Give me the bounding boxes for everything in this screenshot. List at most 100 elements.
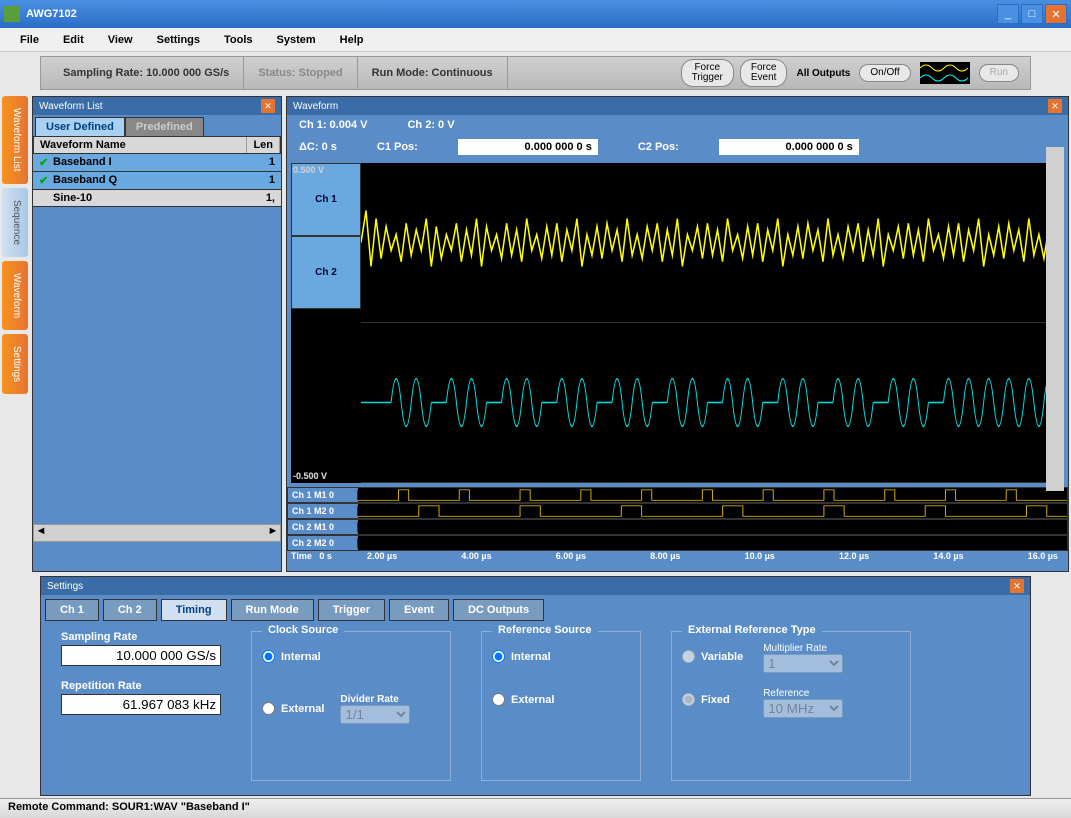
sidetab-waveform-list[interactable]: Waveform List [2,96,28,184]
waveform-list-panel: Waveform List ✕ User Defined Predefined … [32,96,282,572]
waveform-row[interactable]: Sine-10 1, [33,190,281,207]
waveform-list-title: Waveform List [39,101,103,112]
close-button[interactable]: ✕ [1045,4,1067,24]
minimize-button[interactable]: _ [997,4,1019,24]
reference-select[interactable]: 10 MHz [763,699,843,718]
delta-c-label: ΔC: 0 s [299,141,337,153]
menu-edit[interactable]: Edit [51,34,96,46]
reference-source-group: Reference Source Internal External [481,631,641,781]
ch2-trace [361,323,1064,483]
external-ref-type-legend: External Reference Type [682,624,822,636]
c2pos-input[interactable]: 0.000 000 0 s [719,139,859,155]
maximize-button[interactable]: □ [1021,4,1043,24]
tab-user-defined[interactable]: User Defined [35,117,125,136]
settings-header: Settings ✕ [41,577,1030,595]
tab-event[interactable]: Event [389,599,449,621]
window-title: AWG7102 [26,8,995,20]
toolbar: Sampling Rate: 10.000 000 GS/s Status: S… [40,56,1031,90]
left-side-tabs: Waveform List Sequence Waveform Settings [0,94,30,574]
sidetab-settings[interactable]: Settings [2,334,28,394]
force-event-button[interactable]: Force Event [740,59,788,87]
waveform-view-close-icon[interactable]: ✕ [1048,99,1062,113]
menu-settings[interactable]: Settings [145,34,212,46]
ch2-label: 0.500 V Ch 2 -0.500 V [291,236,361,309]
tab-ch1[interactable]: Ch 1 [45,599,99,621]
settings-close-icon[interactable]: ✕ [1010,579,1024,593]
check-icon: ✔ [39,156,53,169]
clock-source-legend: Clock Source [262,624,344,636]
app-icon [4,6,20,22]
waveform-view-title: Waveform [293,101,338,112]
variable-radio[interactable] [682,650,695,663]
waveform-name: Baseband Q [53,174,269,187]
external-ref-type-group: External Reference Type Variable Fixed M… [671,631,911,781]
settings-title: Settings [47,581,83,592]
tab-ch2[interactable]: Ch 2 [103,599,157,621]
ref-external-radio[interactable] [492,693,505,706]
menu-system[interactable]: System [265,34,328,46]
clock-external-radio[interactable] [262,702,275,715]
tab-dc-outputs[interactable]: DC Outputs [453,599,544,621]
all-outputs-label: All Outputs [796,68,850,79]
time-axis: Time 0 s 2.00 µs 4.00 µs 6.00 µs 8.00 µs… [287,551,1068,569]
ch1-voltage: Ch 1: 0.004 V [299,119,367,131]
marker-row: Ch 2 M1 0 [287,519,1068,535]
marker-row: Ch 1 M1 0 [287,487,1068,503]
tab-trigger[interactable]: Trigger [318,599,385,621]
waveform-table-header: Waveform Name Len [33,136,281,154]
tab-run-mode[interactable]: Run Mode [231,599,314,621]
sidetab-waveform[interactable]: Waveform [2,261,28,330]
waveform-row[interactable]: ✔ Baseband I 1 [33,154,281,172]
waveform-view-header: Waveform ✕ [287,97,1068,115]
c1pos-input[interactable]: 0.000 000 0 s [458,139,598,155]
menu-tools[interactable]: Tools [212,34,265,46]
tab-predefined[interactable]: Predefined [125,117,204,136]
ref-internal-radio[interactable] [492,650,505,663]
sidetab-sequence[interactable]: Sequence [2,188,28,257]
window-titlebar: AWG7102 _ □ ✕ [0,0,1071,28]
status-bar: Remote Command: SOUR1:WAV "Baseband I" [0,798,1071,818]
reference-source-legend: Reference Source [492,624,598,636]
toolbar-run-mode: Run Mode: Continuous [358,57,508,89]
toolbar-sampling-rate: Sampling Rate: 10.000 000 GS/s [49,57,244,89]
divider-rate-label: Divider Rate [340,694,398,705]
waveform-row[interactable]: ✔ Baseband Q 1 [33,172,281,190]
c2pos-label: C2 Pos: [638,141,679,153]
waveform-len: 1, [266,192,275,204]
waveform-name: Baseband I [53,156,269,169]
onoff-button[interactable]: On/Off [859,64,910,82]
toolbar-status: Status: Stopped [244,57,357,89]
waveform-preview-icon [920,62,970,84]
waveform-len: 1 [269,174,275,187]
col-length: Len [247,137,280,153]
vertical-scrollbar[interactable] [1046,147,1064,491]
menubar: File Edit View Settings Tools System Hel… [0,28,1071,52]
divider-rate-select[interactable]: 1/1 [340,705,410,724]
repetition-rate-label: Repetition Rate [61,680,221,692]
clock-source-group: Clock Source Internal External Divider R… [251,631,451,781]
ch1-trace [361,163,1064,323]
clock-internal-radio[interactable] [262,650,275,663]
fixed-radio[interactable] [682,693,695,706]
tab-timing[interactable]: Timing [161,599,227,621]
check-icon [39,192,53,204]
menu-file[interactable]: File [8,34,51,46]
sampling-rate-input[interactable] [61,645,221,666]
menu-help[interactable]: Help [328,34,376,46]
reference-label: Reference [763,688,809,699]
menu-view[interactable]: View [96,34,145,46]
marker-row: Ch 2 M2 0 [287,535,1068,551]
run-button[interactable]: Run [979,64,1019,82]
col-waveform-name: Waveform Name [34,137,247,153]
waveform-list-close-icon[interactable]: ✕ [261,99,275,113]
horizontal-scrollbar[interactable]: ◄► [33,524,281,542]
marker-row: Ch 1 M2 0 [287,503,1068,519]
waveform-plot[interactable]: 0.500 V Ch 1 -0.500 V 0.500 V Ch 2 -0.50… [291,163,1064,483]
settings-panel: Settings ✕ Ch 1 Ch 2 Timing Run Mode Tri… [40,576,1031,796]
multiplier-rate-label: Multiplier Rate [763,643,827,654]
force-trigger-button[interactable]: Force Trigger [681,59,734,87]
multiplier-rate-select[interactable]: 1 [763,654,843,673]
waveform-len: 1 [269,156,275,169]
repetition-rate-input[interactable] [61,694,221,715]
waveform-view-panel: Waveform ✕ Ch 1: 0.004 V Ch 2: 0 V ΔC: 0… [286,96,1069,572]
